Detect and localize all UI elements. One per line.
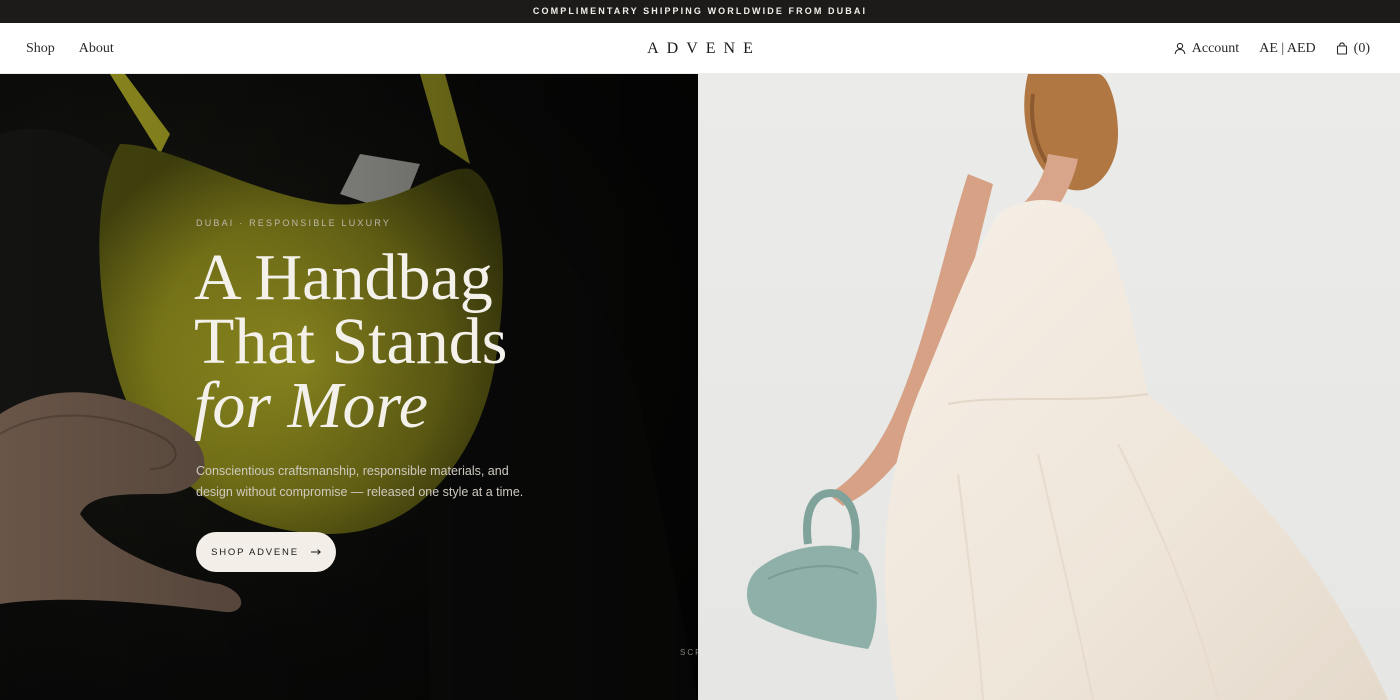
model-photo	[746, 74, 1388, 700]
headline-line-1: A Handbag	[194, 241, 493, 314]
announcement-text: COMPLIMENTARY SHIPPING WORLDWIDE FROM DU…	[532, 6, 868, 16]
headline-line-3: for More	[194, 369, 429, 442]
hero-image-right	[698, 74, 1400, 700]
account-link[interactable]: Account	[1174, 41, 1239, 57]
cta-label: SHOP ADVENE	[211, 546, 299, 558]
hero-image-left: DUBAI · RESPONSIBLE LUXURY A Handbag Tha…	[0, 74, 698, 700]
nav-shop-link[interactable]: Shop	[26, 41, 55, 57]
arrow-right-icon	[310, 547, 321, 558]
cart-link[interactable]: (0)	[1336, 41, 1370, 57]
bag-icon	[1336, 42, 1348, 55]
hero-headline: A Handbag That Stands for More	[194, 241, 654, 442]
shop-advene-button[interactable]: SHOP ADVENE	[196, 532, 336, 572]
headline-line-2: That Stands	[194, 305, 508, 378]
site-header: Shop About ADVENE Account AE | AED (0)	[0, 23, 1400, 74]
locale-label: AE | AED	[1259, 40, 1316, 56]
hero-section: DUBAI · RESPONSIBLE LUXURY A Handbag Tha…	[0, 74, 1400, 700]
scroll-hint: SCROLL	[680, 648, 698, 657]
nav-about-link[interactable]: About	[79, 41, 114, 57]
utility-nav: Account AE | AED (0)	[1174, 23, 1370, 74]
hero-eyebrow: DUBAI · RESPONSIBLE LUXURY	[196, 218, 392, 228]
locale-selector[interactable]: AE | AED	[1259, 41, 1315, 57]
account-label: Account	[1191, 40, 1240, 56]
user-icon	[1174, 42, 1186, 55]
primary-nav: Shop About	[26, 23, 114, 74]
announcement-bar: COMPLIMENTARY SHIPPING WORLDWIDE FROM DU…	[0, 0, 1400, 23]
cart-count: (0)	[1353, 40, 1370, 56]
hero-subcopy: Conscientious craftsmanship, responsible…	[196, 464, 524, 499]
